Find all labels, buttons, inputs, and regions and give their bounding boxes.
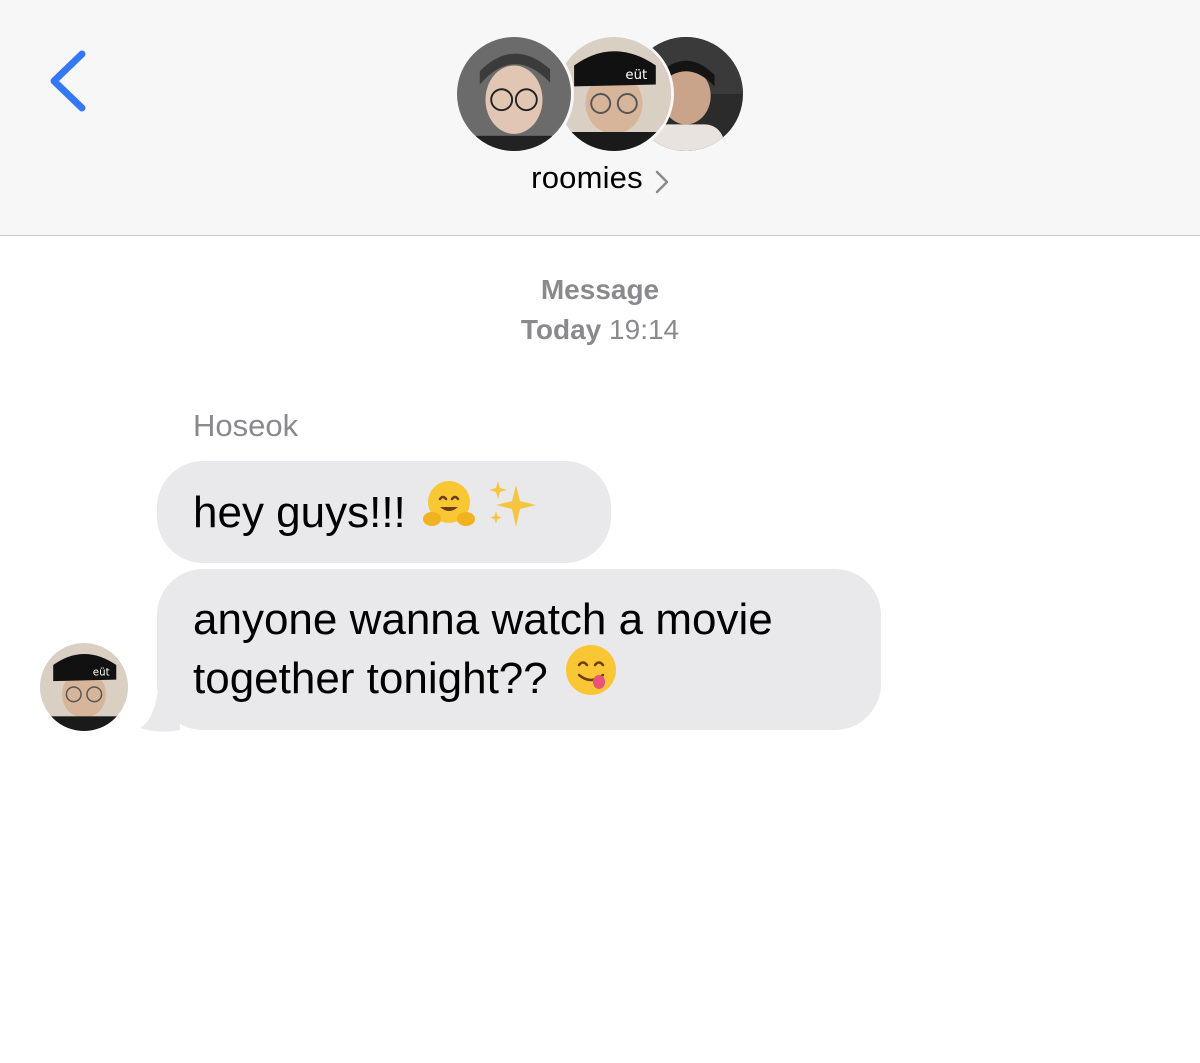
thread-timestamp: Message Today 19:14	[0, 270, 1200, 350]
member-1-avatar	[454, 34, 574, 154]
sparkles-emoji	[484, 475, 542, 548]
svg-text:eüt: eüt	[625, 68, 647, 83]
sender-avatar[interactable]: eüt	[40, 643, 128, 731]
message-text: anyone wanna watch a movie together toni…	[193, 595, 773, 704]
chevron-right-icon	[655, 170, 669, 194]
message-bubble[interactable]: anyone wanna watch a movie together toni…	[157, 569, 881, 730]
svg-text:eüt: eüt	[93, 666, 110, 678]
group-name: roomies	[531, 160, 643, 195]
message-text: hey guys!!!	[193, 488, 406, 538]
message-bubble[interactable]: hey guys!!!	[157, 461, 611, 563]
time-label: 19:14	[609, 314, 680, 345]
group-name-button[interactable]: roomies	[0, 160, 1200, 196]
chevron-left-icon	[50, 50, 86, 112]
face-savoring-food-emoji	[562, 641, 620, 714]
conversation-header: eüt roomies	[0, 0, 1200, 236]
back-button[interactable]	[44, 48, 90, 114]
service-label: Message	[540, 274, 660, 305]
sender-name: Hoseok	[193, 408, 299, 443]
day-label: Today	[520, 314, 602, 345]
hugging-face-emoji	[420, 475, 478, 548]
group-avatar-stack[interactable]: eüt	[454, 34, 746, 154]
bubble-tail	[140, 690, 180, 732]
